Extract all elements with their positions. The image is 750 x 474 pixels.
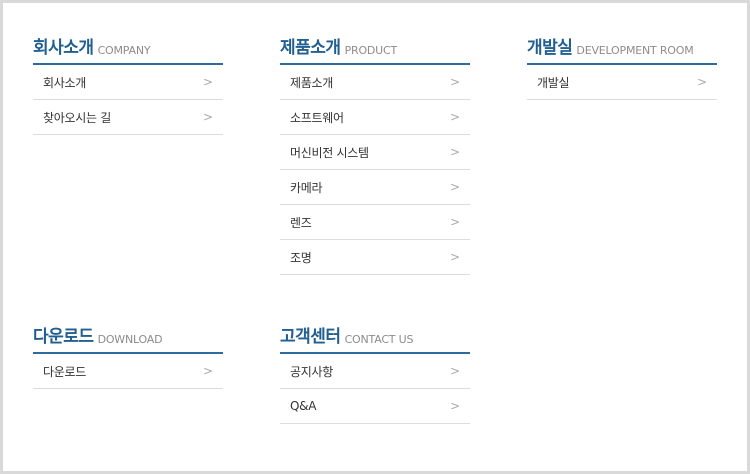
section-subtitle: CONTACT US (344, 333, 414, 346)
section-menu: 개발실 > (527, 65, 717, 100)
menu-item-download[interactable]: 다운로드 > (33, 354, 223, 389)
section-company: 회사소개 COMPANY 회사소개 > 찾아오시는 길 > (33, 31, 223, 135)
menu-item-label: Q&A (290, 399, 317, 413)
menu-item-label: 조명 (290, 250, 312, 265)
section-menu: 제품소개 > 소프트웨어 > 머신비전 시스템 > 카메라 > 렌즈 > 조명 … (280, 65, 470, 275)
menu-item-label: 개발실 (537, 75, 570, 90)
section-product: 제품소개 PRODUCT 제품소개 > 소프트웨어 > 머신비전 시스템 > 카… (280, 31, 470, 275)
menu-item-label: 찾아오시는 길 (43, 110, 111, 125)
section-title: 개발실 (527, 38, 573, 58)
chevron-right-icon: > (449, 75, 460, 89)
menu-item-label: 제품소개 (290, 75, 333, 90)
menu-item-lens[interactable]: 렌즈 > (280, 205, 470, 240)
menu-item-lighting[interactable]: 조명 > (280, 240, 470, 275)
chevron-right-icon: > (449, 145, 460, 159)
menu-item-label: 렌즈 (290, 215, 312, 230)
section-header: 다운로드 DOWNLOAD (33, 320, 223, 354)
menu-item-label: 소프트웨어 (290, 110, 344, 125)
chevron-right-icon: > (449, 215, 460, 229)
menu-item-product-intro[interactable]: 제품소개 > (280, 65, 470, 100)
menu-item-label: 회사소개 (43, 75, 86, 90)
section-download: 다운로드 DOWNLOAD 다운로드 > (33, 320, 223, 389)
chevron-right-icon: > (696, 75, 707, 89)
menu-item-camera[interactable]: 카메라 > (280, 170, 470, 205)
section-subtitle: DEVELOPMENT ROOM (576, 44, 694, 57)
menu-item-company-intro[interactable]: 회사소개 > (33, 65, 223, 100)
menu-item-machine-vision[interactable]: 머신비전 시스템 > (280, 135, 470, 170)
section-subtitle: DOWNLOAD (97, 333, 163, 346)
section-contact: 고객센터 CONTACT US 공지사항 > Q&A > (280, 320, 470, 424)
section-header: 회사소개 COMPANY (33, 31, 223, 65)
section-header: 개발실 DEVELOPMENT ROOM (527, 31, 717, 65)
menu-item-label: 머신비전 시스템 (290, 145, 369, 160)
menu-item-notice[interactable]: 공지사항 > (280, 354, 470, 389)
chevron-right-icon: > (449, 180, 460, 194)
menu-item-label: 다운로드 (43, 364, 86, 379)
sitemap-panel: 회사소개 COMPANY 회사소개 > 찾아오시는 길 > 제품소개 PRODU… (0, 0, 750, 474)
chevron-right-icon: > (449, 364, 460, 378)
section-title: 고객센터 (280, 327, 341, 347)
chevron-right-icon: > (202, 364, 213, 378)
chevron-right-icon: > (449, 399, 460, 413)
menu-item-directions[interactable]: 찾아오시는 길 > (33, 100, 223, 135)
chevron-right-icon: > (449, 250, 460, 264)
section-title: 다운로드 (33, 327, 94, 347)
chevron-right-icon: > (202, 75, 213, 89)
section-menu: 다운로드 > (33, 354, 223, 389)
menu-item-development[interactable]: 개발실 > (527, 65, 717, 100)
section-menu: 회사소개 > 찾아오시는 길 > (33, 65, 223, 135)
section-development: 개발실 DEVELOPMENT ROOM 개발실 > (527, 31, 717, 100)
section-menu: 공지사항 > Q&A > (280, 354, 470, 424)
section-title: 회사소개 (33, 38, 94, 58)
chevron-right-icon: > (202, 110, 213, 124)
chevron-right-icon: > (449, 110, 460, 124)
menu-item-label: 카메라 (290, 180, 323, 195)
section-header: 제품소개 PRODUCT (280, 31, 470, 65)
section-title: 제품소개 (280, 38, 341, 58)
menu-item-label: 공지사항 (290, 364, 333, 379)
menu-item-software[interactable]: 소프트웨어 > (280, 100, 470, 135)
section-subtitle: PRODUCT (344, 44, 398, 57)
menu-item-qna[interactable]: Q&A > (280, 389, 470, 424)
section-subtitle: COMPANY (97, 44, 151, 57)
section-header: 고객센터 CONTACT US (280, 320, 470, 354)
